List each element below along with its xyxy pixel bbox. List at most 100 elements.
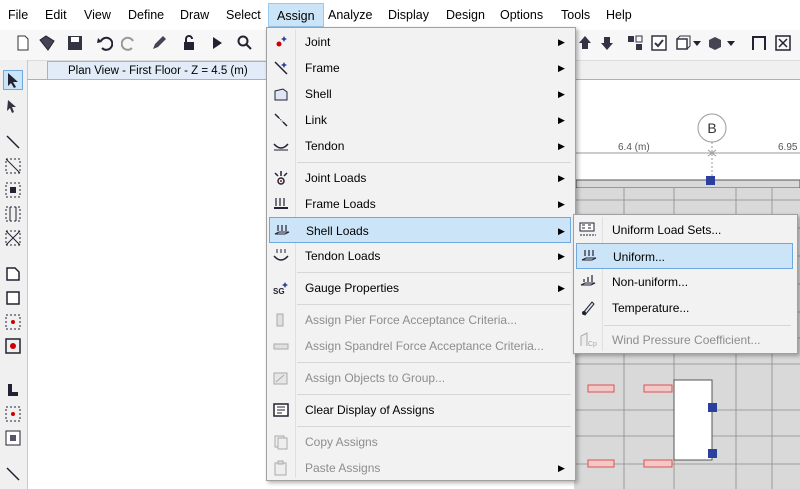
menu-item-assign-objects-to-group[interactable]: Assign Objects to Group...: [269, 365, 571, 391]
submenu-item-uniform-load-sets[interactable]: Uniform Load Sets...: [576, 217, 793, 243]
menu-file[interactable]: File: [8, 8, 28, 22]
pier-icon: [271, 310, 291, 330]
chevron-down-icon[interactable]: [726, 34, 736, 52]
joint-node[interactable]: [708, 403, 717, 412]
menu-help[interactable]: Help: [606, 8, 632, 22]
menu-separator: [297, 272, 571, 273]
non-uniform-icon: [578, 272, 598, 292]
spandrel-icon: [271, 336, 291, 356]
menu-item-frame-loads[interactable]: Frame Loads ▶: [269, 191, 571, 217]
draw-line-icon[interactable]: [3, 132, 23, 152]
redo-icon[interactable]: [120, 34, 138, 52]
menu-design[interactable]: Design: [446, 8, 485, 22]
draw-diagonal-icon[interactable]: [3, 464, 23, 484]
menu-draw[interactable]: Draw: [180, 8, 209, 22]
joint-icon: [271, 32, 291, 52]
submenu-arrow-icon: ▶: [558, 63, 565, 73]
reshape-icon[interactable]: [3, 96, 23, 116]
select-cross-icon[interactable]: [3, 228, 23, 248]
submenu-arrow-icon: ▶: [558, 89, 565, 99]
draw-opening-icon[interactable]: [3, 404, 23, 424]
svg-text:SG: SG: [273, 287, 285, 296]
menu-item-gauge-properties[interactable]: SG Gauge Properties ▶: [269, 275, 571, 301]
beam[interactable]: [587, 459, 615, 468]
select-box-icon[interactable]: [3, 180, 23, 200]
menu-item-assign-pier-force[interactable]: Assign Pier Force Acceptance Criteria...: [269, 307, 571, 333]
menu-analyze[interactable]: Analyze: [328, 8, 372, 22]
uniform-icon: [579, 247, 599, 267]
menu-view[interactable]: View: [84, 8, 111, 22]
submenu-item-uniform[interactable]: Uniform...: [576, 243, 793, 269]
frame-loads-icon: [271, 194, 291, 214]
menu-tools[interactable]: Tools: [561, 8, 590, 22]
menu-item-joint[interactable]: Joint ▶: [269, 29, 571, 55]
view-3d-icon[interactable]: [674, 34, 692, 52]
draw-point-icon[interactable]: [3, 336, 23, 356]
save-icon[interactable]: [66, 34, 84, 52]
quick-draw-icon[interactable]: [3, 312, 23, 332]
select-window-icon[interactable]: [3, 156, 23, 176]
assign-menu: Joint ▶ Frame ▶ Shell ▶ Link ▶ Tendon ▶ …: [266, 27, 576, 481]
submenu-arrow-icon: ▶: [558, 251, 565, 261]
zoom-icon[interactable]: [236, 34, 254, 52]
pointer-icon[interactable]: [3, 70, 23, 90]
menu-define[interactable]: Define: [128, 8, 164, 22]
submenu-arrow-icon: ▶: [558, 115, 565, 125]
menu-item-copy-assigns[interactable]: Copy Assigns: [269, 429, 571, 455]
menu-item-clear-display-of-assigns[interactable]: Clear Display of Assigns: [269, 397, 571, 423]
beam[interactable]: [587, 384, 615, 393]
open-icon[interactable]: [38, 34, 56, 52]
object-view-icon[interactable]: [706, 34, 724, 52]
submenu-item-non-uniform[interactable]: Non-uniform...: [576, 269, 793, 295]
menu-item-tendon-loads[interactable]: Tendon Loads ▶: [269, 243, 571, 269]
svg-text:Cp: Cp: [588, 341, 597, 348]
lock-icon[interactable]: [180, 34, 198, 52]
close-icon[interactable]: [774, 34, 792, 52]
chevron-down-icon[interactable]: [692, 34, 702, 52]
pencil-icon[interactable]: [150, 34, 168, 52]
grid-select-icon[interactable]: [626, 34, 644, 52]
undo-icon[interactable]: [96, 34, 114, 52]
tendon-loads-icon: [271, 246, 291, 266]
move-down-icon[interactable]: [598, 34, 616, 52]
menu-display[interactable]: Display: [388, 8, 429, 22]
select-grid-icon[interactable]: [3, 204, 23, 224]
menu-assign[interactable]: Assign: [268, 3, 324, 27]
menu-edit[interactable]: Edit: [45, 8, 67, 22]
menu-item-tendon[interactable]: Tendon ▶: [269, 133, 571, 159]
menu-item-frame[interactable]: Frame ▶: [269, 55, 571, 81]
draw-polygon-icon[interactable]: [3, 264, 23, 284]
menu-select[interactable]: Select: [226, 8, 261, 22]
submenu-item-temperature[interactable]: Temperature...: [576, 295, 793, 321]
submenu-item-wind-pressure-coefficient[interactable]: Cp Wind Pressure Coefficient...: [576, 327, 793, 353]
dimension-label: 6.95: [778, 142, 798, 153]
submenu-arrow-icon: ▶: [558, 141, 565, 151]
joint-node[interactable]: [708, 449, 717, 458]
menu-separator: [297, 394, 571, 395]
wind-pressure-icon: Cp: [578, 330, 598, 350]
shell-loads-icon: [272, 221, 292, 241]
draw-area-icon[interactable]: [3, 428, 23, 448]
menu-item-shell-loads[interactable]: Shell Loads ▶: [269, 217, 571, 243]
group-icon: [271, 368, 291, 388]
menu-separator: [604, 325, 791, 326]
gauge-icon: SG: [271, 278, 291, 298]
draw-rectangle-icon[interactable]: [3, 288, 23, 308]
run-icon[interactable]: [208, 34, 226, 52]
beam[interactable]: [643, 459, 673, 468]
checkbox-icon[interactable]: [650, 34, 668, 52]
menu-item-joint-loads[interactable]: Joint Loads ▶: [269, 165, 571, 191]
draw-wall-icon[interactable]: [3, 380, 23, 400]
plan-view-tab[interactable]: Plan View - First Floor - Z = 4.5 (m): [47, 61, 267, 79]
menu-item-assign-spandrel-force[interactable]: Assign Spandrel Force Acceptance Criteri…: [269, 333, 571, 359]
move-up-icon[interactable]: [576, 34, 594, 52]
shell-loads-submenu: Uniform Load Sets... Uniform... Non-unif…: [573, 214, 798, 354]
frame-draw-icon[interactable]: [750, 34, 768, 52]
menu-options[interactable]: Options: [500, 8, 543, 22]
beam[interactable]: [643, 384, 673, 393]
menu-item-shell[interactable]: Shell ▶: [269, 81, 571, 107]
new-model-icon[interactable]: [14, 34, 32, 52]
menu-item-link[interactable]: Link ▶: [269, 107, 571, 133]
menu-item-paste-assigns[interactable]: Paste Assigns ▶: [269, 455, 571, 481]
joint-node[interactable]: [706, 176, 715, 185]
